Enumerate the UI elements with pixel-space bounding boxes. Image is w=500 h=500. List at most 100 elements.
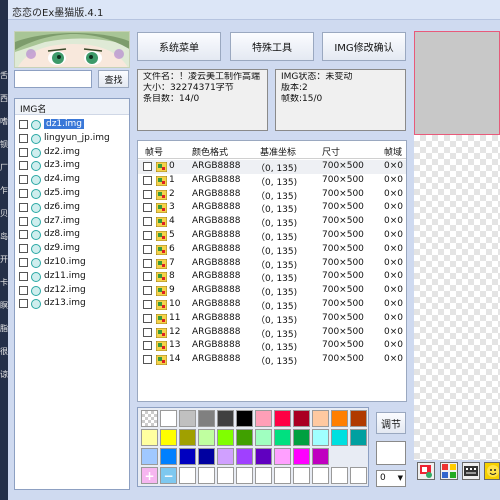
img-checkbox[interactable]: [19, 230, 28, 240]
palette-swatch[interactable]: [179, 410, 196, 427]
palette-swatch[interactable]: [141, 410, 158, 427]
table-row[interactable]: 9 ARGB8888 （0, 135) 700×500 0×0: [138, 284, 406, 298]
frame-checkbox[interactable]: [143, 286, 152, 296]
table-row[interactable]: 12 ARGB8888 （0, 135) 700×500 0×0: [138, 326, 406, 340]
palette-swatch[interactable]: [255, 429, 272, 446]
grid-tool-icon[interactable]: [440, 462, 458, 480]
frame-checkbox[interactable]: [143, 313, 152, 323]
palette-swatch[interactable]: [312, 429, 329, 446]
palette-empty-slot[interactable]: [255, 467, 272, 484]
img-list-item[interactable]: dz9.img: [15, 242, 129, 256]
palette-swatch[interactable]: [198, 410, 215, 427]
frame-checkbox[interactable]: [143, 189, 152, 199]
palette-swatch[interactable]: [160, 429, 177, 446]
palette-swatch[interactable]: [274, 410, 291, 427]
system-menu-button[interactable]: 系统菜单: [137, 32, 221, 61]
img-checkbox[interactable]: [19, 216, 28, 226]
img-list-item[interactable]: dz7.img: [15, 215, 129, 229]
frame-checkbox[interactable]: [143, 175, 152, 185]
remove-color-button[interactable]: −: [160, 467, 177, 484]
frame-checkbox[interactable]: [143, 272, 152, 282]
flag-tool-icon[interactable]: [417, 462, 435, 480]
img-list-item[interactable]: dz1.img: [15, 118, 129, 132]
img-checkbox[interactable]: [19, 161, 28, 171]
img-list-item[interactable]: dz13.img: [15, 297, 129, 311]
frame-checkbox[interactable]: [143, 327, 152, 337]
img-list-item[interactable]: dz4.img: [15, 173, 129, 187]
table-row[interactable]: 0 ARGB8888 （0, 135) 700×500 0×0: [138, 160, 406, 174]
palette-swatch[interactable]: [255, 410, 272, 427]
palette-swatch[interactable]: [236, 429, 253, 446]
palette-swatch[interactable]: [198, 429, 215, 446]
add-color-button[interactable]: +: [141, 467, 158, 484]
palette-empty-slot[interactable]: [331, 467, 348, 484]
img-checkbox[interactable]: [19, 147, 28, 157]
palette-swatch[interactable]: [236, 410, 253, 427]
table-row[interactable]: 8 ARGB8888 （0, 135) 700×500 0×0: [138, 270, 406, 284]
palette-swatch[interactable]: [255, 448, 272, 465]
table-row[interactable]: 13 ARGB8888 （0, 135) 700×500 0×0: [138, 339, 406, 353]
img-list-item[interactable]: dz8.img: [15, 228, 129, 242]
palette-swatch[interactable]: [217, 429, 234, 446]
palette-empty-slot[interactable]: [217, 467, 234, 484]
paint-tool-icon[interactable]: [484, 462, 500, 480]
table-row[interactable]: 2 ARGB8888 （0, 135) 700×500 0×0: [138, 188, 406, 202]
frame-checkbox[interactable]: [143, 258, 152, 268]
palette-empty-slot[interactable]: [179, 467, 196, 484]
palette-swatch[interactable]: [141, 429, 158, 446]
img-list-item[interactable]: dz6.img: [15, 201, 129, 215]
palette-swatch[interactable]: [141, 448, 158, 465]
palette-swatch[interactable]: [160, 448, 177, 465]
frame-checkbox[interactable]: [143, 231, 152, 240]
palette-swatch[interactable]: [331, 429, 348, 446]
palette-swatch[interactable]: [350, 429, 367, 446]
adjust-button[interactable]: 调节: [376, 412, 406, 434]
frame-checkbox[interactable]: [143, 341, 152, 351]
img-list-item[interactable]: dz10.img: [15, 256, 129, 270]
palette-empty-slot[interactable]: [198, 467, 215, 484]
palette-swatch[interactable]: [293, 429, 310, 446]
img-checkbox[interactable]: [19, 175, 28, 185]
film-tool-icon[interactable]: [462, 462, 480, 480]
img-checkbox[interactable]: [19, 285, 28, 295]
table-row[interactable]: 11 ARGB8888 （0, 135) 700×500 0×0: [138, 312, 406, 326]
palette-swatch[interactable]: [217, 410, 234, 427]
img-list-item[interactable]: dz2.img: [15, 146, 129, 160]
palette-swatch[interactable]: [331, 410, 348, 427]
table-row[interactable]: 7 ARGB8888 （0, 135) 700×500 0×0: [138, 257, 406, 271]
palette-swatch[interactable]: [293, 410, 310, 427]
img-checkbox[interactable]: [19, 120, 28, 129]
img-checkbox[interactable]: [19, 299, 28, 309]
frame-checkbox[interactable]: [143, 244, 152, 254]
special-tools-button[interactable]: 特殊工具: [230, 32, 314, 61]
palette-swatch[interactable]: [274, 448, 291, 465]
table-row[interactable]: 5 ARGB8888 （0, 135) 700×500 0×0: [138, 229, 406, 243]
palette-swatch[interactable]: [312, 410, 329, 427]
frame-checkbox[interactable]: [143, 217, 152, 227]
palette-swatch[interactable]: [179, 448, 196, 465]
palette-swatch[interactable]: [350, 410, 367, 427]
palette-swatch[interactable]: [179, 429, 196, 446]
palette-swatch[interactable]: [293, 448, 310, 465]
img-checkbox[interactable]: [19, 202, 28, 212]
img-checkbox[interactable]: [19, 258, 28, 267]
search-input[interactable]: [14, 70, 92, 88]
img-checkbox[interactable]: [19, 244, 28, 254]
zoom-select[interactable]: 0 ▼: [376, 470, 406, 487]
img-confirm-button[interactable]: IMG修改确认: [322, 32, 406, 61]
palette-swatch[interactable]: [312, 448, 329, 465]
frame-checkbox[interactable]: [143, 300, 152, 309]
palette-swatch[interactable]: [236, 448, 253, 465]
img-checkbox[interactable]: [19, 271, 28, 281]
table-row[interactable]: 10 ARGB8888 （0, 135) 700×500 0×0: [138, 298, 406, 312]
table-row[interactable]: 14 ARGB8888 （0, 135) 700×500 0×0: [138, 353, 406, 367]
palette-swatch[interactable]: [160, 410, 177, 427]
img-checkbox[interactable]: [19, 189, 28, 198]
palette-empty-slot[interactable]: [350, 467, 367, 484]
img-list-item[interactable]: dz12.img: [15, 284, 129, 298]
palette-empty-slot[interactable]: [236, 467, 253, 484]
table-row[interactable]: 3 ARGB8888 （0, 135) 700×500 0×0: [138, 201, 406, 215]
palette-empty-slot[interactable]: [293, 467, 310, 484]
img-list-item[interactable]: dz3.img: [15, 159, 129, 173]
table-row[interactable]: 6 ARGB8888 （0, 135) 700×500 0×0: [138, 243, 406, 257]
